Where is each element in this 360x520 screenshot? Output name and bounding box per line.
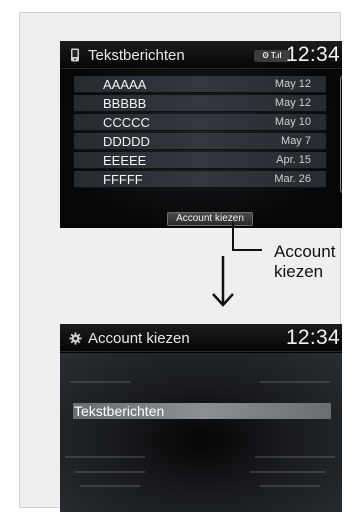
callout-label-line: kiezen [274, 262, 324, 281]
screen-background [60, 353, 342, 512]
message-date: Apr. 15 [276, 154, 311, 166]
background-beam [260, 381, 330, 383]
clock: 12:34 [285, 326, 340, 349]
account-kiezen-button[interactable]: Account kiezen [167, 212, 253, 226]
screen-title: Account kiezen [88, 330, 190, 347]
list-item[interactable]: BBBBB May 12 [74, 95, 326, 112]
message-date: Mar. 26 [274, 173, 311, 185]
title-bar: Tekstberichten ʘ T.ıl 12:34 [60, 41, 342, 69]
message-list: AAAAA May 12 BBBBB May 12 CCCCC May 10 D… [60, 70, 342, 228]
callout-line [232, 222, 234, 251]
status-badge: ʘ T.ıl [254, 50, 290, 62]
message-date: May 10 [274, 116, 311, 128]
callout-label-line: Account [274, 242, 336, 261]
phone-icon [68, 48, 82, 62]
background-beam [65, 456, 145, 458]
message-sender: FFFFF [103, 172, 143, 187]
background-beam [255, 456, 335, 458]
scrollbar[interactable] [340, 76, 342, 193]
list-item[interactable]: DDDDD May 7 [74, 133, 326, 150]
text-messages-screen: Tekstberichten ʘ T.ıl 12:34 AAAAA May 12… [60, 41, 342, 228]
list-item[interactable]: FFFFF Mar. 26 [74, 171, 326, 188]
message-date: May 7 [281, 135, 311, 147]
message-date: May 12 [274, 78, 311, 90]
menu-item-tekstberichten[interactable]: Tekstberichten [73, 403, 331, 419]
background-beam [75, 471, 145, 473]
arrow-down-icon [212, 256, 234, 307]
screen-title: Tekstberichten [88, 47, 185, 64]
background-beam [260, 485, 320, 487]
list-item[interactable]: CCCCC May 10 [74, 114, 326, 131]
title-bar: Account kiezen 12:34 [60, 324, 342, 352]
account-select-screen: Account kiezen 12:34 Tekstberichten [60, 324, 342, 512]
message-sender: AAAAA [103, 77, 147, 92]
background-beam [80, 485, 140, 487]
callout-line [232, 249, 262, 251]
gear-icon [68, 331, 82, 345]
clock: 12:34 [285, 43, 340, 66]
list-item[interactable]: EEEEE Apr. 15 [74, 152, 326, 169]
message-sender: EEEEE [103, 153, 147, 168]
figure-panel: Tekstberichten ʘ T.ıl 12:34 AAAAA May 12… [19, 12, 342, 512]
background-beam [70, 381, 130, 383]
message-sender: CCCCC [103, 115, 150, 130]
message-sender: DDDDD [103, 134, 150, 149]
background-beam [250, 471, 325, 473]
list-item[interactable]: AAAAA May 12 [74, 76, 326, 93]
callout-label: Account kiezen [274, 242, 335, 282]
message-sender: BBBBB [103, 96, 147, 111]
message-date: May 12 [274, 97, 311, 109]
